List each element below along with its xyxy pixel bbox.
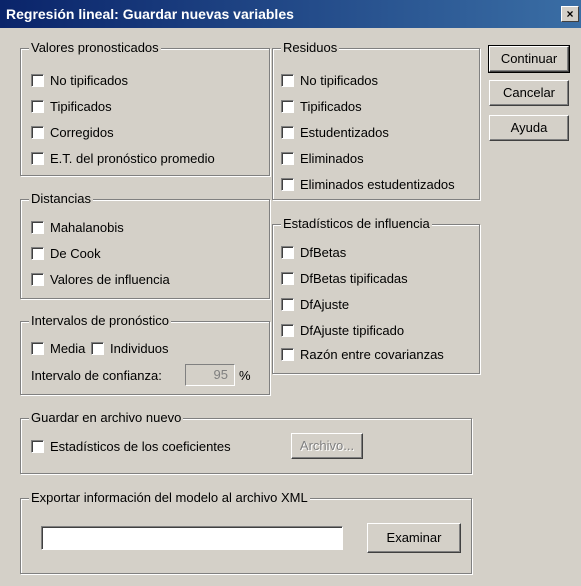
group-save-to-file: Guardar en archivo nuevo Estadísticos de…	[20, 410, 472, 474]
checkbox-residual-studentized-deleted[interactable]: Eliminados estudentizados	[281, 177, 455, 192]
group-distances: Distancias Mahalanobis De Cook Valores d…	[20, 191, 270, 299]
checkbox-box[interactable]	[281, 74, 294, 87]
group-residuals: Residuos No tipificados Tipificados Estu…	[272, 40, 480, 200]
group-influence-statistics: Estadísticos de influencia DfBetas DfBet…	[272, 216, 480, 374]
checkbox-box[interactable]	[281, 348, 294, 361]
group-residuals-title: Residuos	[281, 40, 340, 55]
checkbox-label: Estadísticos de los coeficientes	[50, 439, 231, 454]
title-bar: Regresión lineal: Guardar nuevas variabl…	[0, 0, 581, 28]
checkbox-box[interactable]	[281, 178, 294, 191]
checkbox-interval-mean[interactable]: Media	[31, 341, 85, 356]
checkbox-label: Valores de influencia	[50, 272, 170, 287]
checkbox-label: DfAjuste	[300, 297, 350, 312]
checkbox-leverage[interactable]: Valores de influencia	[31, 272, 170, 287]
checkbox-box[interactable]	[281, 100, 294, 113]
checkbox-residual-standardized[interactable]: Tipificados	[281, 99, 362, 114]
checkbox-box[interactable]	[31, 126, 44, 139]
checkbox-box[interactable]	[31, 342, 44, 355]
checkbox-predicted-se[interactable]: E.T. del pronóstico promedio	[31, 151, 215, 166]
checkbox-label: E.T. del pronóstico promedio	[50, 151, 215, 166]
checkbox-label: Estudentizados	[300, 125, 389, 140]
checkbox-box[interactable]	[281, 324, 294, 337]
group-intervals-title: Intervalos de pronóstico	[29, 313, 172, 328]
checkbox-box[interactable]	[281, 152, 294, 165]
group-export-xml: Exportar información del modelo al archi…	[20, 490, 472, 574]
checkbox-dffit[interactable]: DfAjuste	[281, 297, 349, 312]
checkbox-label: Individuos	[110, 341, 169, 356]
checkbox-label: Mahalanobis	[50, 220, 124, 235]
checkbox-label: De Cook	[50, 246, 101, 261]
checkbox-dffit-standardized[interactable]: DfAjuste tipificado	[281, 323, 404, 338]
checkbox-label: Eliminados estudentizados	[300, 177, 455, 192]
checkbox-label: No tipificados	[300, 73, 379, 88]
checkbox-label: Eliminados	[300, 151, 364, 166]
file-button[interactable]: Archivo...	[291, 433, 363, 459]
checkbox-interval-individual[interactable]: Individuos	[91, 341, 169, 356]
checkbox-dfbetas[interactable]: DfBetas	[281, 245, 346, 260]
checkbox-box[interactable]	[31, 440, 44, 453]
checkbox-box[interactable]	[31, 152, 44, 165]
continue-button[interactable]: Continuar	[488, 45, 570, 73]
checkbox-label: DfBetas	[300, 245, 347, 260]
checkbox-box[interactable]	[31, 247, 44, 260]
dialog-title: Regresión lineal: Guardar nuevas variabl…	[6, 6, 294, 22]
checkbox-predicted-adjusted[interactable]: Corregidos	[31, 125, 114, 140]
checkbox-label: Corregidos	[50, 125, 114, 140]
browse-button[interactable]: Examinar	[367, 523, 461, 553]
checkbox-box[interactable]	[31, 74, 44, 87]
xml-path-input[interactable]	[41, 526, 343, 550]
checkbox-box[interactable]	[31, 100, 44, 113]
group-export-title: Exportar información del modelo al archi…	[29, 490, 310, 505]
checkbox-label: Tipificados	[50, 99, 112, 114]
close-button[interactable]: ×	[561, 6, 579, 22]
confidence-interval-label: Intervalo de confianza:	[31, 368, 162, 383]
checkbox-label: No tipificados	[50, 73, 129, 88]
group-predicted-values-title: Valores pronosticados	[29, 40, 161, 55]
checkbox-mahalanobis[interactable]: Mahalanobis	[31, 220, 124, 235]
group-save-title: Guardar en archivo nuevo	[29, 410, 184, 425]
checkbox-label: Razón entre covarianzas	[300, 347, 444, 362]
group-distances-title: Distancias	[29, 191, 93, 206]
checkbox-predicted-unstandardized[interactable]: No tipificados	[31, 73, 128, 88]
checkbox-box[interactable]	[281, 272, 294, 285]
checkbox-residual-studentized[interactable]: Estudentizados	[281, 125, 389, 140]
checkbox-label: Media	[50, 341, 86, 356]
checkbox-box[interactable]	[281, 126, 294, 139]
checkbox-box[interactable]	[91, 342, 104, 355]
checkbox-covariance-ratio[interactable]: Razón entre covarianzas	[281, 347, 444, 362]
checkbox-coefficient-statistics[interactable]: Estadísticos de los coeficientes	[31, 439, 231, 454]
cancel-button[interactable]: Cancelar	[489, 80, 569, 106]
checkbox-box[interactable]	[31, 221, 44, 234]
group-prediction-intervals: Intervalos de pronóstico Media Individuo…	[20, 313, 270, 395]
checkbox-box[interactable]	[281, 246, 294, 259]
group-predicted-values: Valores pronosticados No tipificados Tip…	[20, 40, 270, 176]
checkbox-cooks[interactable]: De Cook	[31, 246, 101, 261]
checkbox-predicted-standardized[interactable]: Tipificados	[31, 99, 112, 114]
checkbox-residual-unstandardized[interactable]: No tipificados	[281, 73, 378, 88]
checkbox-label: Tipificados	[300, 99, 362, 114]
help-button[interactable]: Ayuda	[489, 115, 569, 141]
checkbox-label: DfAjuste tipificado	[300, 323, 405, 338]
checkbox-dfbetas-standardized[interactable]: DfBetas tipificadas	[281, 271, 408, 286]
group-influence-title: Estadísticos de influencia	[281, 216, 432, 231]
checkbox-residual-deleted[interactable]: Eliminados	[281, 151, 364, 166]
checkbox-box[interactable]	[31, 273, 44, 286]
percent-label: %	[239, 368, 251, 383]
confidence-interval-field[interactable]: 95	[185, 364, 235, 386]
checkbox-box[interactable]	[281, 298, 294, 311]
checkbox-label: DfBetas tipificadas	[300, 271, 408, 286]
